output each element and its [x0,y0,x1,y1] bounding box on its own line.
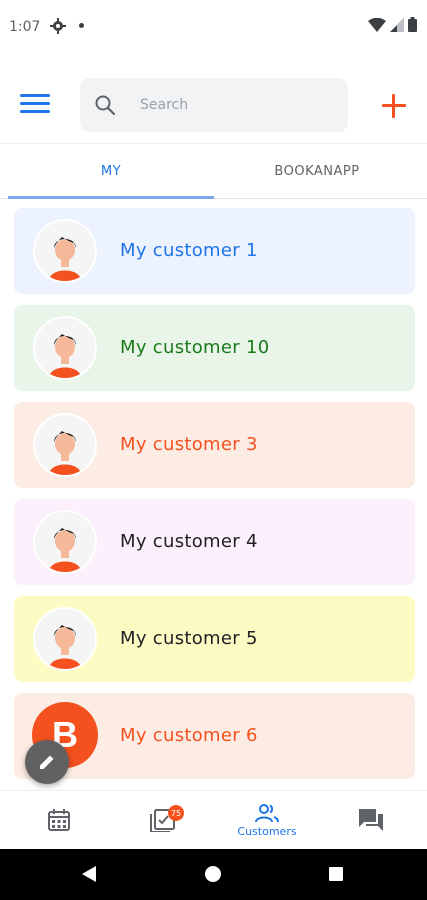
home-button[interactable] [205,866,221,882]
tab-my[interactable]: MY [8,144,214,199]
calendar-icon [48,809,70,831]
person-icon [35,318,95,378]
customer-name: My customer 10 [120,337,270,358]
customer-card[interactable]: B My customer 6 [14,693,415,779]
notification-dot [79,23,84,28]
customer-card[interactable]: My customer 1 [14,208,415,294]
status-time: 1:07 [9,19,41,35]
customers-icon [255,803,279,822]
system-navigation-bar [0,849,427,900]
nav-inbox[interactable]: 75 [110,791,216,849]
avatar [33,510,97,574]
edit-fab-button[interactable] [25,740,69,784]
status-icons [368,17,417,32]
customer-name: My customer 5 [120,628,258,649]
nav-chat[interactable] [318,791,424,849]
gear-icon [50,18,66,34]
avatar [33,607,97,671]
status-bar: 1:07 [0,0,427,56]
tab-bookanapp[interactable]: BOOKANAPP [214,144,420,198]
back-button[interactable] [82,866,96,882]
pencil-icon [40,755,54,769]
customer-name: My customer 1 [120,240,258,261]
customer-card[interactable]: My customer 5 [14,596,415,682]
avatar [33,413,97,477]
wifi-icon [368,17,386,32]
customer-name: My customer 3 [120,434,258,455]
hamburger-menu-icon[interactable] [20,94,50,120]
person-icon [35,609,95,669]
customer-tabs: MY BOOKANAPP [0,143,427,199]
person-icon [35,221,95,281]
app-header [0,78,427,134]
search-icon [95,95,116,116]
search-input[interactable] [138,96,322,114]
avatar [33,219,97,283]
nav-customers-label: Customers [237,824,297,838]
notification-badge: 75 [168,805,184,821]
customer-list: My customer 1 My customer 10 My customer… [0,198,427,788]
nav-calendar[interactable] [6,791,112,849]
battery-icon [408,17,417,32]
customer-name: My customer 6 [120,725,258,746]
signal-icon [390,17,404,32]
nav-customers[interactable]: Customers [214,791,320,849]
chat-icon [359,809,383,831]
customer-name: My customer 4 [120,531,258,552]
recents-button[interactable] [329,867,343,881]
search-bar[interactable] [80,78,348,132]
avatar [33,316,97,380]
customer-card[interactable]: My customer 3 [14,402,415,488]
bottom-navigation: 75 Customers [0,790,427,849]
customer-card[interactable]: My customer 4 [14,499,415,585]
customer-card[interactable]: My customer 10 [14,305,415,391]
person-icon [35,415,95,475]
person-icon [35,512,95,572]
add-customer-button[interactable] [380,92,408,120]
